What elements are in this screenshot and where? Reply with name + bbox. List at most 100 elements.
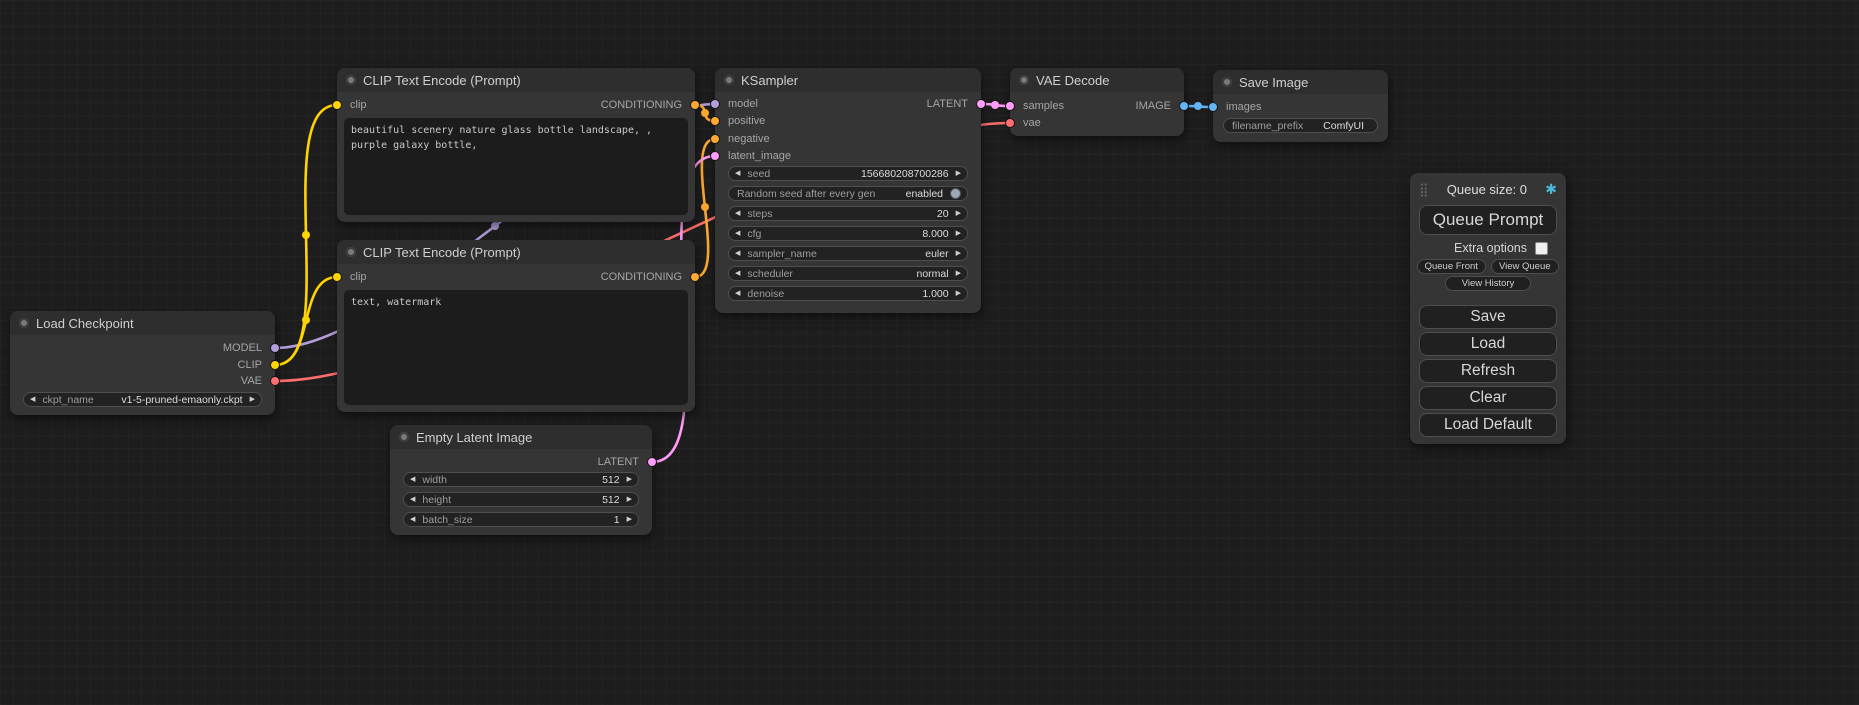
queue-prompt-button[interactable]: Queue Prompt	[1419, 205, 1557, 235]
input-port-images[interactable]	[1208, 102, 1218, 112]
widget-value: 512	[602, 474, 620, 486]
increment-arrow-icon[interactable]: ▶	[956, 210, 961, 217]
input-port-model[interactable]	[710, 99, 720, 109]
increment-arrow-icon[interactable]: ▶	[627, 476, 632, 483]
node-canvas[interactable]: Load Checkpoint MODEL CLIP VAE ◀ ckpt_na…	[0, 0, 1859, 705]
width-widget[interactable]: ◀ width 512 ▶	[403, 472, 639, 487]
input-port-positive[interactable]	[710, 116, 720, 126]
cfg-widget[interactable]: ◀ cfg 8.000 ▶	[728, 226, 968, 241]
decrement-arrow-icon[interactable]: ◀	[735, 250, 740, 257]
decrement-arrow-icon[interactable]: ◀	[30, 396, 35, 403]
node-clip-text-encode-negative[interactable]: CLIP Text Encode (Prompt) clip CONDITION…	[337, 240, 695, 412]
increment-arrow-icon[interactable]: ▶	[956, 250, 961, 257]
save-button[interactable]: Save	[1419, 305, 1557, 329]
input-port-latent-image[interactable]	[710, 151, 720, 161]
output-port-vae[interactable]	[270, 376, 280, 386]
widget-value: 156680208700286	[861, 168, 949, 180]
decrement-arrow-icon[interactable]: ◀	[410, 476, 415, 483]
toggle-knob[interactable]	[950, 188, 961, 199]
output-label-latent: LATENT	[598, 455, 639, 469]
increment-arrow-icon[interactable]: ▶	[956, 290, 961, 297]
queue-front-button[interactable]: Queue Front	[1417, 259, 1486, 274]
output-port-latent[interactable]	[976, 99, 986, 109]
node-title: VAE Decode	[1036, 73, 1109, 88]
input-label-negative: negative	[728, 132, 770, 146]
output-port-latent[interactable]	[647, 457, 657, 467]
decrement-arrow-icon[interactable]: ◀	[735, 290, 740, 297]
increment-arrow-icon[interactable]: ▶	[627, 496, 632, 503]
negative-prompt-textarea[interactable]: text, watermark	[344, 290, 688, 405]
decrement-arrow-icon[interactable]: ◀	[410, 516, 415, 523]
input-label-images: images	[1226, 100, 1261, 114]
widget-value: normal	[917, 268, 949, 280]
node-clip-text-encode-positive[interactable]: CLIP Text Encode (Prompt) clip CONDITION…	[337, 68, 695, 222]
increment-arrow-icon[interactable]: ▶	[956, 230, 961, 237]
widget-label: denoise	[747, 288, 784, 300]
load-default-button[interactable]: Load Default	[1419, 413, 1557, 437]
collapse-dot-icon[interactable]	[19, 318, 29, 328]
view-queue-button[interactable]: View Queue	[1491, 259, 1560, 274]
queue-size-label: Queue size: 0	[1429, 182, 1546, 197]
output-port-conditioning[interactable]	[690, 100, 700, 110]
drag-handle-icon[interactable]: ⣿	[1419, 183, 1429, 196]
node-empty-latent-image[interactable]: Empty Latent Image LATENT ◀ width 512 ▶ …	[390, 425, 652, 535]
view-history-button[interactable]: View History	[1445, 276, 1531, 291]
settings-gear-icon[interactable]: ✱	[1545, 182, 1557, 196]
node-title: CLIP Text Encode (Prompt)	[363, 73, 521, 88]
collapse-dot-icon[interactable]	[346, 247, 356, 257]
node-vae-decode[interactable]: VAE Decode samples vae IMAGE	[1010, 68, 1184, 136]
denoise-widget[interactable]: ◀ denoise 1.000 ▶	[728, 286, 968, 301]
input-port-clip[interactable]	[332, 272, 342, 282]
node-title: Empty Latent Image	[416, 430, 532, 445]
widget-value: 8.000	[922, 228, 948, 240]
output-port-model[interactable]	[270, 343, 280, 353]
steps-widget[interactable]: ◀ steps 20 ▶	[728, 206, 968, 221]
decrement-arrow-icon[interactable]: ◀	[735, 170, 740, 177]
filename-prefix-widget[interactable]: filename_prefix ComfyUI	[1223, 118, 1378, 133]
extra-options-checkbox[interactable]	[1535, 242, 1548, 255]
scheduler-widget[interactable]: ◀ scheduler normal ▶	[728, 266, 968, 281]
node-load-checkpoint[interactable]: Load Checkpoint MODEL CLIP VAE ◀ ckpt_na…	[10, 311, 275, 415]
queue-menu-panel[interactable]: ⣿ Queue size: 0 ✱ Queue Prompt Extra opt…	[1410, 173, 1566, 444]
output-port-image[interactable]	[1179, 101, 1189, 111]
node-ksampler[interactable]: KSampler model positive negative latent_…	[715, 68, 981, 313]
load-button[interactable]: Load	[1419, 332, 1557, 356]
batch-size-widget[interactable]: ◀ batch_size 1 ▶	[403, 512, 639, 527]
widget-label: cfg	[747, 228, 761, 240]
output-port-clip[interactable]	[270, 360, 280, 370]
output-label-vae: VAE	[241, 374, 262, 388]
output-port-conditioning[interactable]	[690, 272, 700, 282]
input-port-vae[interactable]	[1005, 118, 1015, 128]
increment-arrow-icon[interactable]: ▶	[250, 396, 255, 403]
ckpt-name-widget[interactable]: ◀ ckpt_name v1-5-pruned-emaonly.ckpt ▶	[23, 392, 262, 407]
queue-actions-row: Queue Front View Queue	[1417, 259, 1559, 274]
collapse-dot-icon[interactable]	[724, 75, 734, 85]
increment-arrow-icon[interactable]: ▶	[956, 270, 961, 277]
sampler-name-widget[interactable]: ◀ sampler_name euler ▶	[728, 246, 968, 261]
increment-arrow-icon[interactable]: ▶	[627, 516, 632, 523]
decrement-arrow-icon[interactable]: ◀	[410, 496, 415, 503]
seed-widget[interactable]: ◀ seed 156680208700286 ▶	[728, 166, 968, 181]
decrement-arrow-icon[interactable]: ◀	[735, 270, 740, 277]
node-title-bar: CLIP Text Encode (Prompt)	[337, 68, 695, 92]
collapse-dot-icon[interactable]	[1222, 77, 1232, 87]
random-seed-toggle-widget[interactable]: Random seed after every gen enabled	[728, 186, 968, 201]
input-port-clip[interactable]	[332, 100, 342, 110]
node-title-bar: Save Image	[1213, 70, 1388, 94]
input-label-vae: vae	[1023, 116, 1041, 130]
decrement-arrow-icon[interactable]: ◀	[735, 210, 740, 217]
increment-arrow-icon[interactable]: ▶	[956, 170, 961, 177]
input-port-negative[interactable]	[710, 134, 720, 144]
output-label-image: IMAGE	[1136, 99, 1171, 113]
decrement-arrow-icon[interactable]: ◀	[735, 230, 740, 237]
widget-label: batch_size	[422, 514, 472, 526]
node-save-image[interactable]: Save Image images filename_prefix ComfyU…	[1213, 70, 1388, 142]
collapse-dot-icon[interactable]	[399, 432, 409, 442]
clear-button[interactable]: Clear	[1419, 386, 1557, 410]
height-widget[interactable]: ◀ height 512 ▶	[403, 492, 639, 507]
collapse-dot-icon[interactable]	[1019, 75, 1029, 85]
refresh-button[interactable]: Refresh	[1419, 359, 1557, 383]
collapse-dot-icon[interactable]	[346, 75, 356, 85]
positive-prompt-textarea[interactable]: beautiful scenery nature glass bottle la…	[344, 118, 688, 215]
input-port-samples[interactable]	[1005, 101, 1015, 111]
